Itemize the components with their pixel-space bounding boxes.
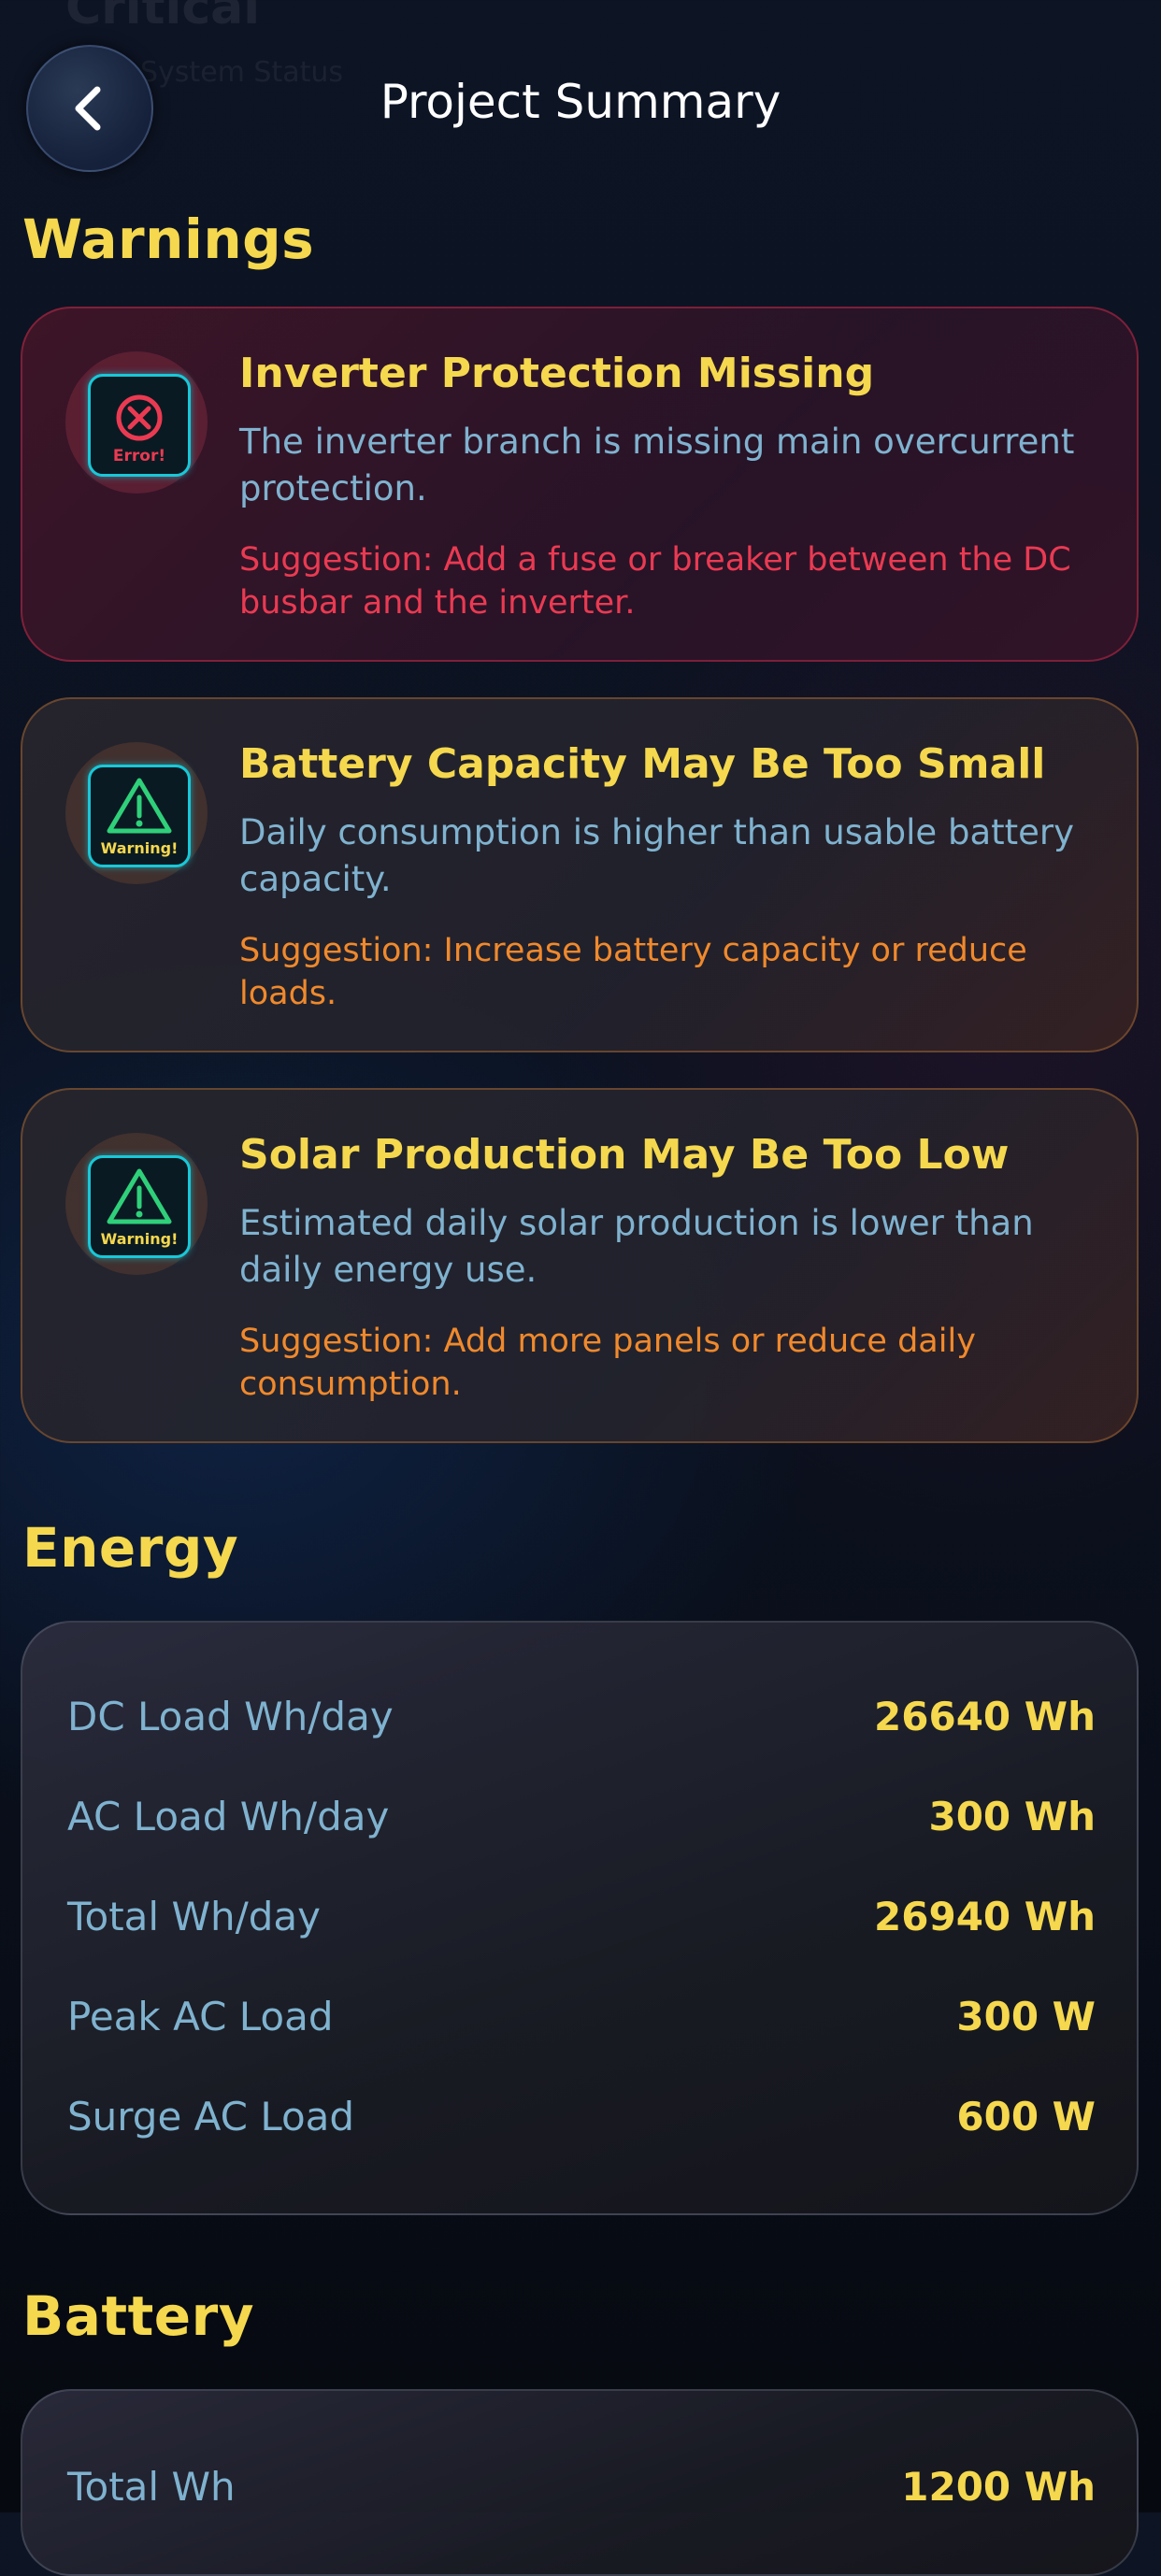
warning-icon-badge: Warning!: [65, 1133, 208, 1275]
stat-label: Total Wh: [67, 2464, 236, 2510]
stat-label: Peak AC Load: [67, 1994, 334, 2039]
warning-suggestion: Suggestion: Increase battery capacity or…: [239, 932, 1027, 1012]
warning-icon-badge: Warning!: [65, 742, 208, 884]
stat-value: 600 W: [956, 2094, 1096, 2140]
error-icon: Error!: [113, 394, 165, 465]
energy-row-ac-load: AC Load Wh/day 300 Wh: [67, 1794, 1096, 1850]
warning-description: The inverter branch is missing main over…: [239, 422, 1075, 508]
warning-suggestion: Suggestion: Add a fuse or breaker betwee…: [239, 541, 1071, 622]
battery-heading: Battery: [22, 2284, 255, 2348]
warning-badge-label: Warning!: [101, 839, 179, 857]
battery-row-total-wh: Total Wh 1200 Wh: [67, 2464, 1096, 2520]
warning-icon: Warning!: [101, 778, 179, 857]
energy-card: DC Load Wh/day 26640 Wh AC Load Wh/day 3…: [21, 1621, 1139, 2215]
warning-card-battery-capacity[interactable]: Warning! Battery Capacity May Be Too Sma…: [21, 697, 1139, 1052]
stat-label: Total Wh/day: [67, 1894, 321, 1939]
warnings-heading: Warnings: [22, 208, 315, 271]
stat-value: 26940 Wh: [874, 1894, 1096, 1939]
energy-row-peak-ac: Peak AC Load 300 W: [67, 1994, 1096, 2050]
warning-title: Inverter Protection Missing: [239, 350, 875, 397]
error-icon-badge: Error!: [65, 351, 208, 494]
battery-card: Total Wh 1200 Wh: [21, 2389, 1139, 2576]
energy-heading: Energy: [22, 1516, 239, 1580]
warning-description: Estimated daily solar production is lowe…: [239, 1203, 1034, 1290]
energy-row-dc-load: DC Load Wh/day 26640 Wh: [67, 1694, 1096, 1750]
top-bar: Project Summary: [0, 0, 1161, 187]
energy-row-surge-ac: Surge AC Load 600 W: [67, 2094, 1096, 2150]
stat-value: 300 Wh: [928, 1794, 1096, 1839]
warning-description: Daily consumption is higher than usable …: [239, 812, 1075, 899]
warning-card-solar-production[interactable]: Warning! Solar Production May Be Too Low…: [21, 1088, 1139, 1443]
warning-badge-label: Warning!: [101, 1230, 179, 1248]
stat-value: 1200 Wh: [901, 2464, 1096, 2510]
stat-label: Surge AC Load: [67, 2094, 355, 2140]
stat-label: DC Load Wh/day: [67, 1694, 394, 1739]
warning-icon: Warning!: [101, 1168, 179, 1248]
page-title: Project Summary: [380, 75, 781, 129]
warning-title: Solar Production May Be Too Low: [239, 1131, 1010, 1179]
energy-row-total: Total Wh/day 26940 Wh: [67, 1894, 1096, 1950]
error-badge-label: Error!: [113, 447, 165, 465]
stat-value: 26640 Wh: [874, 1694, 1096, 1739]
warning-card-inverter-protection[interactable]: Error! Inverter Protection Missing The i…: [21, 307, 1139, 662]
stat-value: 300 W: [956, 1994, 1096, 2039]
stat-label: AC Load Wh/day: [67, 1794, 390, 1839]
warning-title: Battery Capacity May Be Too Small: [239, 740, 1046, 788]
warning-suggestion: Suggestion: Add more panels or reduce da…: [239, 1323, 976, 1403]
